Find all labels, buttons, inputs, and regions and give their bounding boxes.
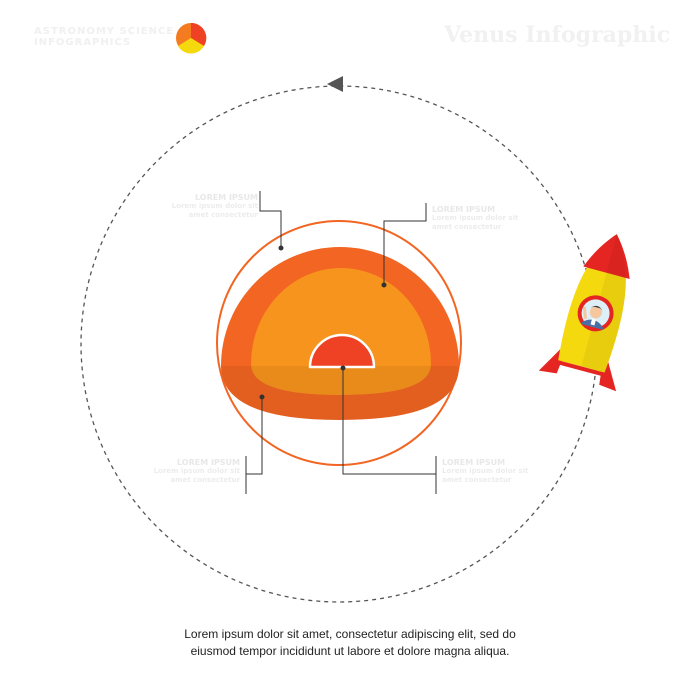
label-text: Lorem ipsum dolor sit amet consectetur [153, 467, 240, 484]
label-title: LOREM IPSUM [194, 193, 258, 202]
brand-line-2: INFOGRAPHICS [34, 37, 132, 48]
caption-line-2: eiusmod tempor incididunt ut labore et d… [190, 644, 510, 658]
pie-chart-logo-icon [176, 22, 207, 54]
label-top-right: LOREM IPSUM Lorem ipsum dolor sit amet c… [432, 205, 528, 232]
planet-cross-section [221, 247, 459, 420]
brand-line-1: ASTRONOMY SCIENCE [34, 26, 175, 37]
infographic-canvas [80, 22, 630, 603]
label-top-left: LOREM IPSUM Lorem ipsum dolor sit amet c… [162, 193, 258, 220]
label-title: LOREM IPSUM [442, 458, 506, 467]
shade-band [221, 366, 459, 420]
label-text: Lorem ipsum dolor sit amet consectetur [442, 467, 529, 484]
label-text: Lorem ipsum dolor sit amet consectetur [171, 202, 258, 219]
label-title: LOREM IPSUM [176, 458, 240, 467]
caption-line-1: Lorem ipsum dolor sit amet, consectetur … [184, 627, 516, 641]
label-bottom-right: LOREM IPSUM Lorem ipsum dolor sit amet c… [442, 458, 538, 485]
orbit-arrow-icon [327, 76, 343, 92]
label-text: Lorem ipsum dolor sit amet consectetur [432, 214, 519, 231]
brand-logo-text: ASTRONOMY SCIENCE INFOGRAPHICS [34, 26, 174, 48]
caption: Lorem ipsum dolor sit amet, consectetur … [0, 626, 700, 660]
label-title: LOREM IPSUM [432, 205, 496, 214]
page-title: Venus Infographic [444, 22, 670, 48]
rocket-icon [538, 234, 630, 392]
label-bottom-left: LOREM IPSUM Lorem ipsum dolor sit amet c… [144, 458, 240, 485]
